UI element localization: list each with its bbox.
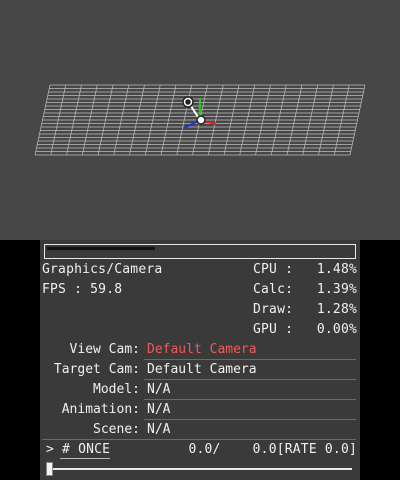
cpu-value: 1.48% [316, 262, 357, 277]
load-bar [44, 244, 356, 259]
cpu-label: CPU : [253, 262, 294, 277]
fps-readout: FPS : 59.8 [42, 282, 123, 297]
playback-mode-button[interactable]: > # ONCE [46, 442, 110, 458]
calc-label: Calc: [253, 282, 294, 297]
draw-value: 1.28% [316, 302, 357, 317]
frame-slider-thumb[interactable] [46, 462, 53, 476]
model-label: Model: [93, 382, 140, 397]
animation-label: Animation: [61, 402, 140, 417]
panel-title: Graphics/Camera [42, 262, 163, 277]
gpu-value: 0.00% [316, 322, 357, 337]
floor-grid [34, 84, 366, 156]
target-cam-value[interactable]: Default Camera [147, 362, 257, 378]
load-bar-fill [47, 247, 155, 250]
frame-slider-track[interactable] [48, 468, 352, 470]
calc-value: 1.39% [316, 282, 357, 297]
gpu-label: GPU : [253, 322, 294, 337]
view-cam-value[interactable]: Default Camera [147, 342, 257, 358]
bottom-screen: Graphics/Camera FPS : 59.8 CPU : 1.48% C… [0, 240, 400, 480]
scene-label: Scene: [93, 422, 140, 437]
model-value[interactable]: N/A [147, 382, 170, 398]
frame-readout: 0.0/ 0.0[RATE 0.0] [188, 442, 357, 457]
view-cam-label: View Cam: [69, 342, 140, 357]
divider [42, 439, 356, 440]
divider [144, 359, 356, 360]
viewport-3d[interactable] [0, 0, 400, 240]
target-cam-label: Target Cam: [53, 362, 140, 377]
animation-value[interactable]: N/A [147, 402, 170, 418]
debug-panel: Graphics/Camera FPS : 59.8 CPU : 1.48% C… [40, 240, 360, 480]
divider [144, 399, 356, 400]
playback-mode-underline [60, 458, 110, 459]
draw-label: Draw: [253, 302, 294, 317]
scene-value[interactable]: N/A [147, 422, 170, 438]
divider [144, 379, 356, 380]
divider [144, 419, 356, 420]
